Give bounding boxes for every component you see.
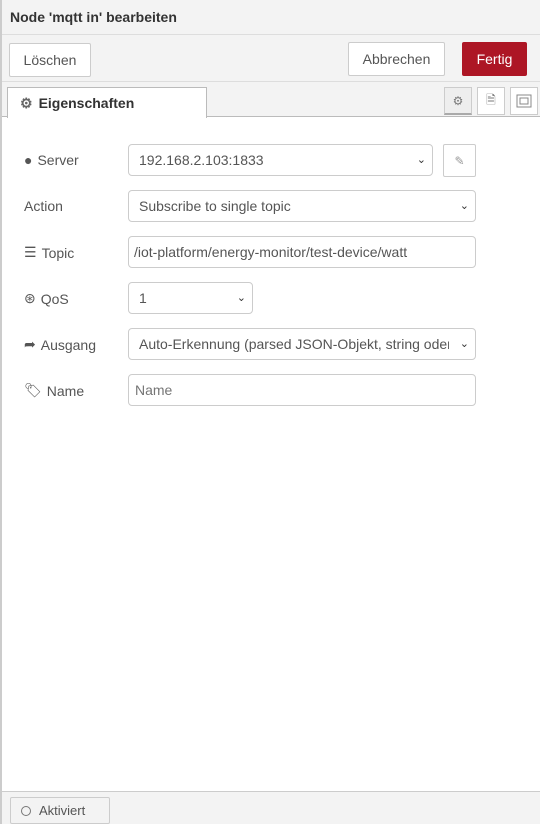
action-select[interactable]: Subscribe to single topic ⌄ — [128, 190, 476, 222]
tag-icon: 🏷 — [24, 382, 42, 398]
gear-icon: ⚙ — [20, 94, 33, 111]
qos-label: ⊛ QoS — [24, 290, 69, 307]
qos-select[interactable]: 1 ⌄ — [128, 282, 253, 314]
asterisk-circle-icon: ⊛ — [24, 290, 36, 306]
pencil-icon: ✎ — [454, 153, 465, 168]
sign-out-icon: ➦ — [24, 336, 36, 352]
globe-icon: ● — [24, 152, 33, 168]
action-label: Action — [24, 198, 63, 214]
chevron-down-icon: ⌄ — [459, 200, 469, 212]
tasks-icon: ☰ — [24, 244, 37, 260]
topic-label: ☰ Topic — [24, 244, 75, 261]
frame-icon[interactable] — [510, 87, 538, 115]
tab-label: Eigenschaften — [38, 95, 135, 111]
footer: Aktiviert — [2, 791, 540, 824]
output-label: ➦ Ausgang — [24, 336, 97, 353]
name-input[interactable] — [128, 374, 476, 406]
name-label: 🏷 Name — [24, 382, 85, 399]
tab-properties[interactable]: ⚙ Eigenschaften — [7, 87, 207, 118]
server-label: ● Server — [24, 152, 79, 168]
button-bar: Löschen Abbrechen Fertig — [2, 35, 540, 82]
done-button[interactable]: Fertig — [462, 42, 527, 76]
chevron-down-icon: ⌄ — [416, 154, 426, 166]
edit-server-button[interactable]: ✎ — [443, 144, 476, 177]
chevron-down-icon: ⌄ — [459, 338, 469, 350]
chevron-down-icon: ⌄ — [236, 292, 246, 304]
gear-icon[interactable]: ⚙ — [444, 87, 472, 115]
document-icon[interactable]: 🗎 — [477, 87, 505, 115]
cancel-button[interactable]: Abbrechen — [348, 42, 445, 76]
server-select[interactable]: 192.168.2.103:1833 ⌄ — [128, 144, 433, 176]
topic-input[interactable]: /iot-platform/energy-monitor/test-device… — [128, 236, 476, 268]
dialog-title: Node 'mqtt in' bearbeiten — [2, 0, 540, 35]
output-select[interactable]: Auto-Erkennung (parsed JSON-Objekt, stri… — [128, 328, 476, 360]
tab-bar: ⚙ Eigenschaften ⚙ 🗎 — [2, 82, 540, 118]
delete-button[interactable]: Löschen — [9, 43, 91, 77]
enabled-toggle[interactable]: Aktiviert — [10, 797, 110, 824]
circle-icon — [21, 805, 31, 816]
